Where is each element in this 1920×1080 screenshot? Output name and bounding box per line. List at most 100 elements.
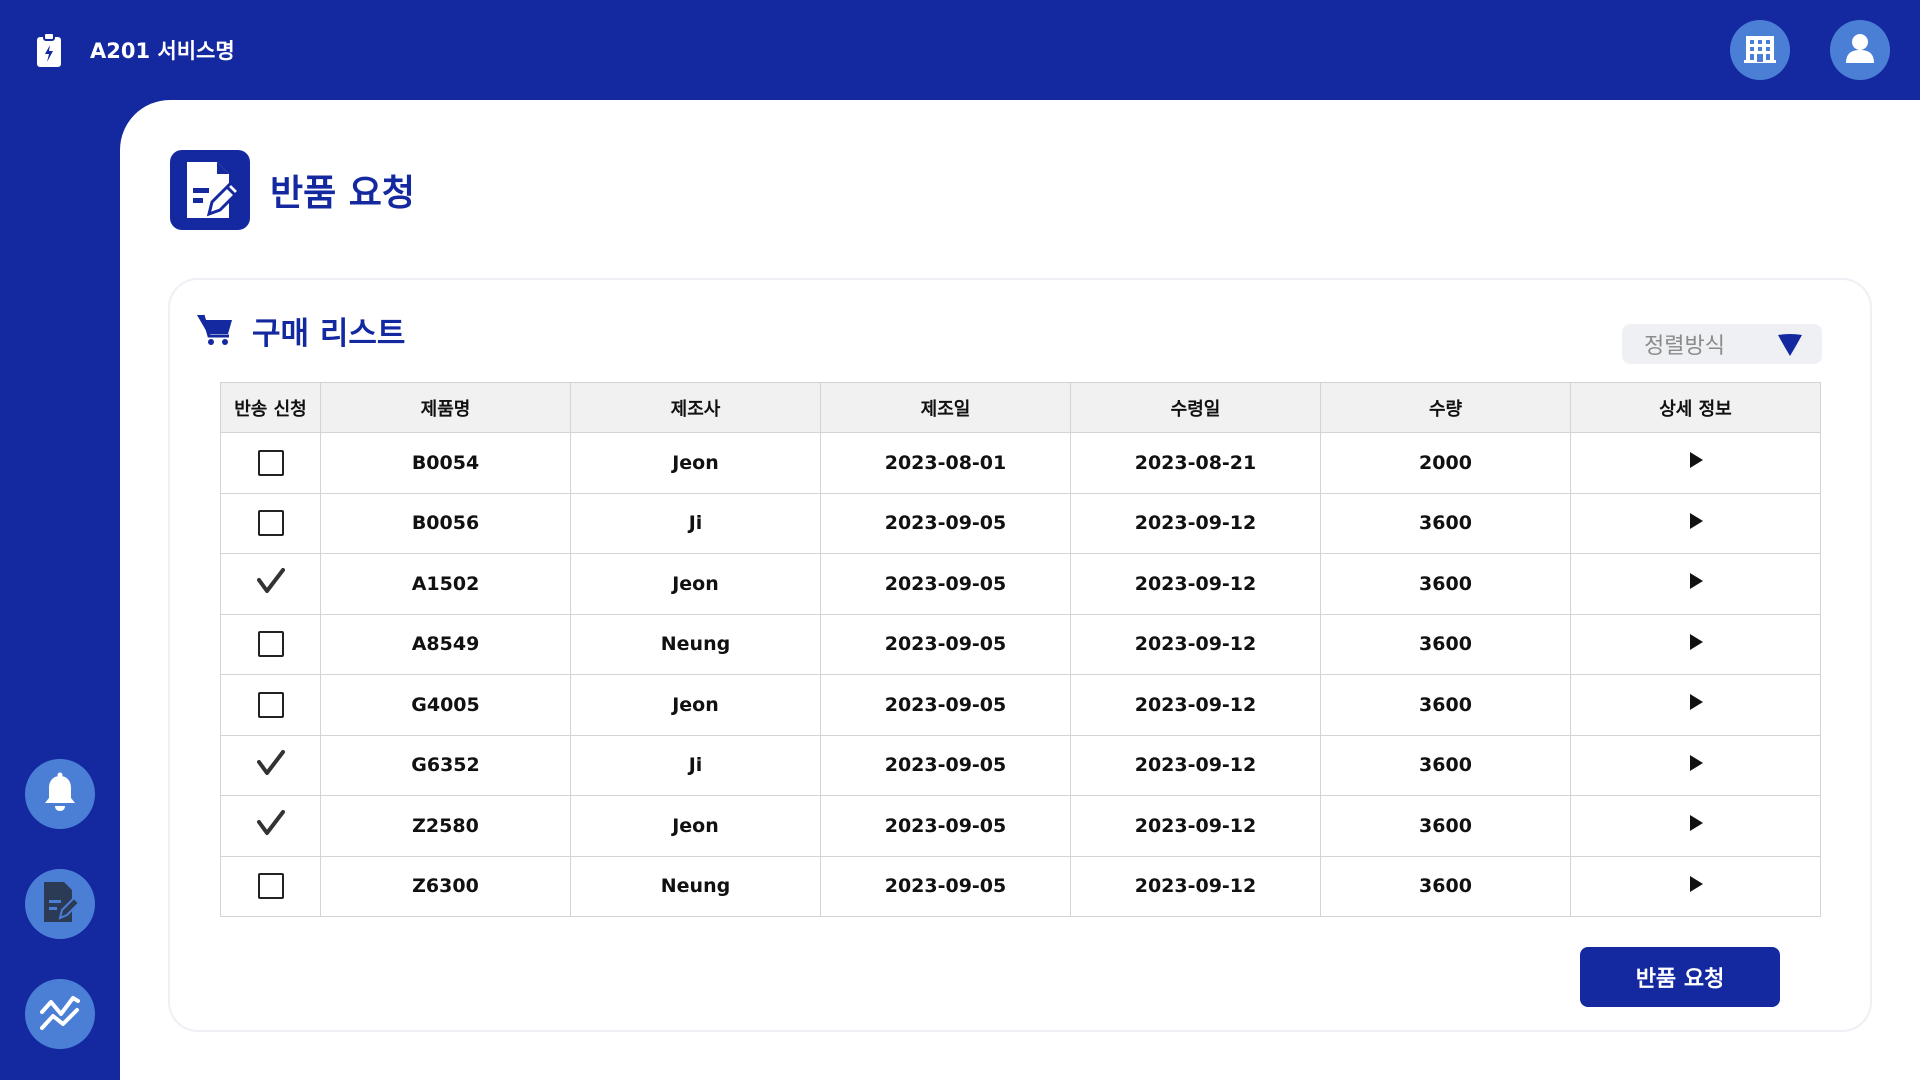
product-name-cell: G4005 xyxy=(320,674,571,736)
play-icon[interactable] xyxy=(1688,512,1704,535)
product-name-cell: A8549 xyxy=(320,613,571,675)
checkmark-icon[interactable] xyxy=(256,568,285,599)
cart-icon xyxy=(196,312,234,350)
return-checkbox-cell xyxy=(220,674,321,736)
document-edit-icon xyxy=(40,880,81,928)
product-name-cell: Z2580 xyxy=(320,795,571,857)
product-name-cell: A1502 xyxy=(320,553,571,615)
manufacturer-cell: Jeon xyxy=(570,553,821,615)
column-header: 상세 정보 xyxy=(1570,382,1821,433)
play-icon[interactable] xyxy=(1688,633,1704,656)
return-checkbox-cell xyxy=(220,795,321,857)
received-date-cell: 2023-09-12 xyxy=(1070,795,1321,857)
manufacture-date-cell: 2023-09-05 xyxy=(820,492,1071,554)
page-header: 반품 요청 xyxy=(170,150,415,230)
detail-cell xyxy=(1570,613,1821,675)
product-name-cell: G6352 xyxy=(320,734,571,796)
detail-cell xyxy=(1570,553,1821,615)
return-checkbox[interactable] xyxy=(257,449,284,476)
clipboard-icon xyxy=(34,31,64,69)
received-date-cell: 2023-09-12 xyxy=(1070,613,1321,675)
manufacture-date-cell: 2023-08-01 xyxy=(820,432,1071,494)
received-date-cell: 2023-09-12 xyxy=(1070,734,1321,796)
checkmark-icon[interactable] xyxy=(256,810,285,841)
manufacturer-cell: Neung xyxy=(570,613,821,675)
quantity-cell: 3600 xyxy=(1320,795,1571,857)
received-date-cell: 2023-09-12 xyxy=(1070,553,1321,615)
return-checkbox[interactable] xyxy=(257,873,284,900)
product-name-cell: Z6300 xyxy=(320,855,571,917)
brand[interactable]: A201 서비스명 xyxy=(34,30,235,70)
manufacture-date-cell: 2023-09-05 xyxy=(820,855,1071,917)
card-title: 구매 리스트 xyxy=(252,316,406,352)
received-date-cell: 2023-09-12 xyxy=(1070,492,1321,554)
manufacture-date-cell: 2023-09-05 xyxy=(820,674,1071,736)
play-icon[interactable] xyxy=(1688,693,1704,716)
manufacture-date-cell: 2023-09-05 xyxy=(820,613,1071,675)
purchase-list-card: 구매 리스트 정렬방식 반송 신청 제품명 제조사 제조일 수령일 수량 상세 … xyxy=(168,278,1872,1032)
app-title: A201 서비스명 xyxy=(90,39,235,63)
notifications-button[interactable] xyxy=(25,759,95,829)
manufacturer-cell: Ji xyxy=(570,492,821,554)
manufacturer-cell: Neung xyxy=(570,855,821,917)
page-title: 반품 요청 xyxy=(270,173,416,214)
column-header: 제조일 xyxy=(820,382,1071,433)
column-header: 제품명 xyxy=(320,382,571,433)
product-name-cell: B0056 xyxy=(320,492,571,554)
table-row: Z6300 Neung 2023-09-05 2023-09-12 3600 xyxy=(220,855,1821,917)
return-checkbox[interactable] xyxy=(257,510,284,537)
table-row: G6352 Ji 2023-09-05 2023-09-12 3600 xyxy=(220,734,1821,796)
analytics-button[interactable] xyxy=(25,979,95,1049)
return-request-button[interactable]: 반품 요청 xyxy=(1580,947,1780,1007)
manufacturer-cell: Jeon xyxy=(570,674,821,736)
detail-cell xyxy=(1570,492,1821,554)
play-icon[interactable] xyxy=(1688,814,1704,837)
quantity-cell: 3600 xyxy=(1320,492,1571,554)
return-checkbox-cell xyxy=(220,734,321,796)
manufacture-date-cell: 2023-09-05 xyxy=(820,553,1071,615)
return-checkbox-cell xyxy=(220,613,321,675)
column-header: 수량 xyxy=(1320,382,1571,433)
sidebar xyxy=(0,100,120,1080)
column-header: 반송 신청 xyxy=(220,382,321,433)
manufacture-date-cell: 2023-09-05 xyxy=(820,795,1071,857)
manufacturer-cell: Jeon xyxy=(570,432,821,494)
table-row: A1502 Jeon 2023-09-05 2023-09-12 3600 xyxy=(220,553,1821,615)
play-icon[interactable] xyxy=(1688,451,1704,474)
return-checkbox[interactable] xyxy=(257,631,284,658)
return-checkbox-cell xyxy=(220,553,321,615)
column-header: 제조사 xyxy=(570,382,821,433)
table-row: A8549 Neung 2023-09-05 2023-09-12 3600 xyxy=(220,613,1821,675)
user-icon xyxy=(1844,31,1876,69)
chart-icon xyxy=(39,992,81,1036)
detail-cell xyxy=(1570,674,1821,736)
table-row: B0056 Ji 2023-09-05 2023-09-12 3600 xyxy=(220,492,1821,554)
return-checkbox[interactable] xyxy=(257,691,284,718)
column-header: 수령일 xyxy=(1070,382,1321,433)
return-checkbox-cell xyxy=(220,492,321,554)
detail-cell xyxy=(1570,795,1821,857)
sort-dropdown[interactable]: 정렬방식 xyxy=(1622,324,1822,364)
detail-cell xyxy=(1570,855,1821,917)
return-request-nav-button[interactable] xyxy=(25,869,95,939)
received-date-cell: 2023-09-12 xyxy=(1070,855,1321,917)
play-icon[interactable] xyxy=(1688,754,1704,777)
user-button[interactable] xyxy=(1830,20,1890,80)
building-button[interactable] xyxy=(1730,20,1790,80)
checkmark-icon[interactable] xyxy=(256,749,285,781)
quantity-cell: 3600 xyxy=(1320,855,1571,917)
manufacturer-cell: Ji xyxy=(570,734,821,796)
building-icon xyxy=(1743,32,1777,68)
return-checkbox-cell xyxy=(220,855,321,917)
play-icon[interactable] xyxy=(1688,875,1704,898)
quantity-cell: 3600 xyxy=(1320,674,1571,736)
main-content: 반품 요청 구매 리스트 정렬방식 반송 신청 제품명 제조사 제조일 수령일 … xyxy=(120,100,1920,1080)
card-header: 구매 리스트 xyxy=(196,308,405,353)
bell-icon xyxy=(41,772,79,816)
quantity-cell: 3600 xyxy=(1320,734,1571,796)
quantity-cell: 3600 xyxy=(1320,613,1571,675)
received-date-cell: 2023-09-12 xyxy=(1070,674,1321,736)
play-icon[interactable] xyxy=(1688,572,1704,595)
quantity-cell: 3600 xyxy=(1320,553,1571,615)
manufacture-date-cell: 2023-09-05 xyxy=(820,734,1071,796)
